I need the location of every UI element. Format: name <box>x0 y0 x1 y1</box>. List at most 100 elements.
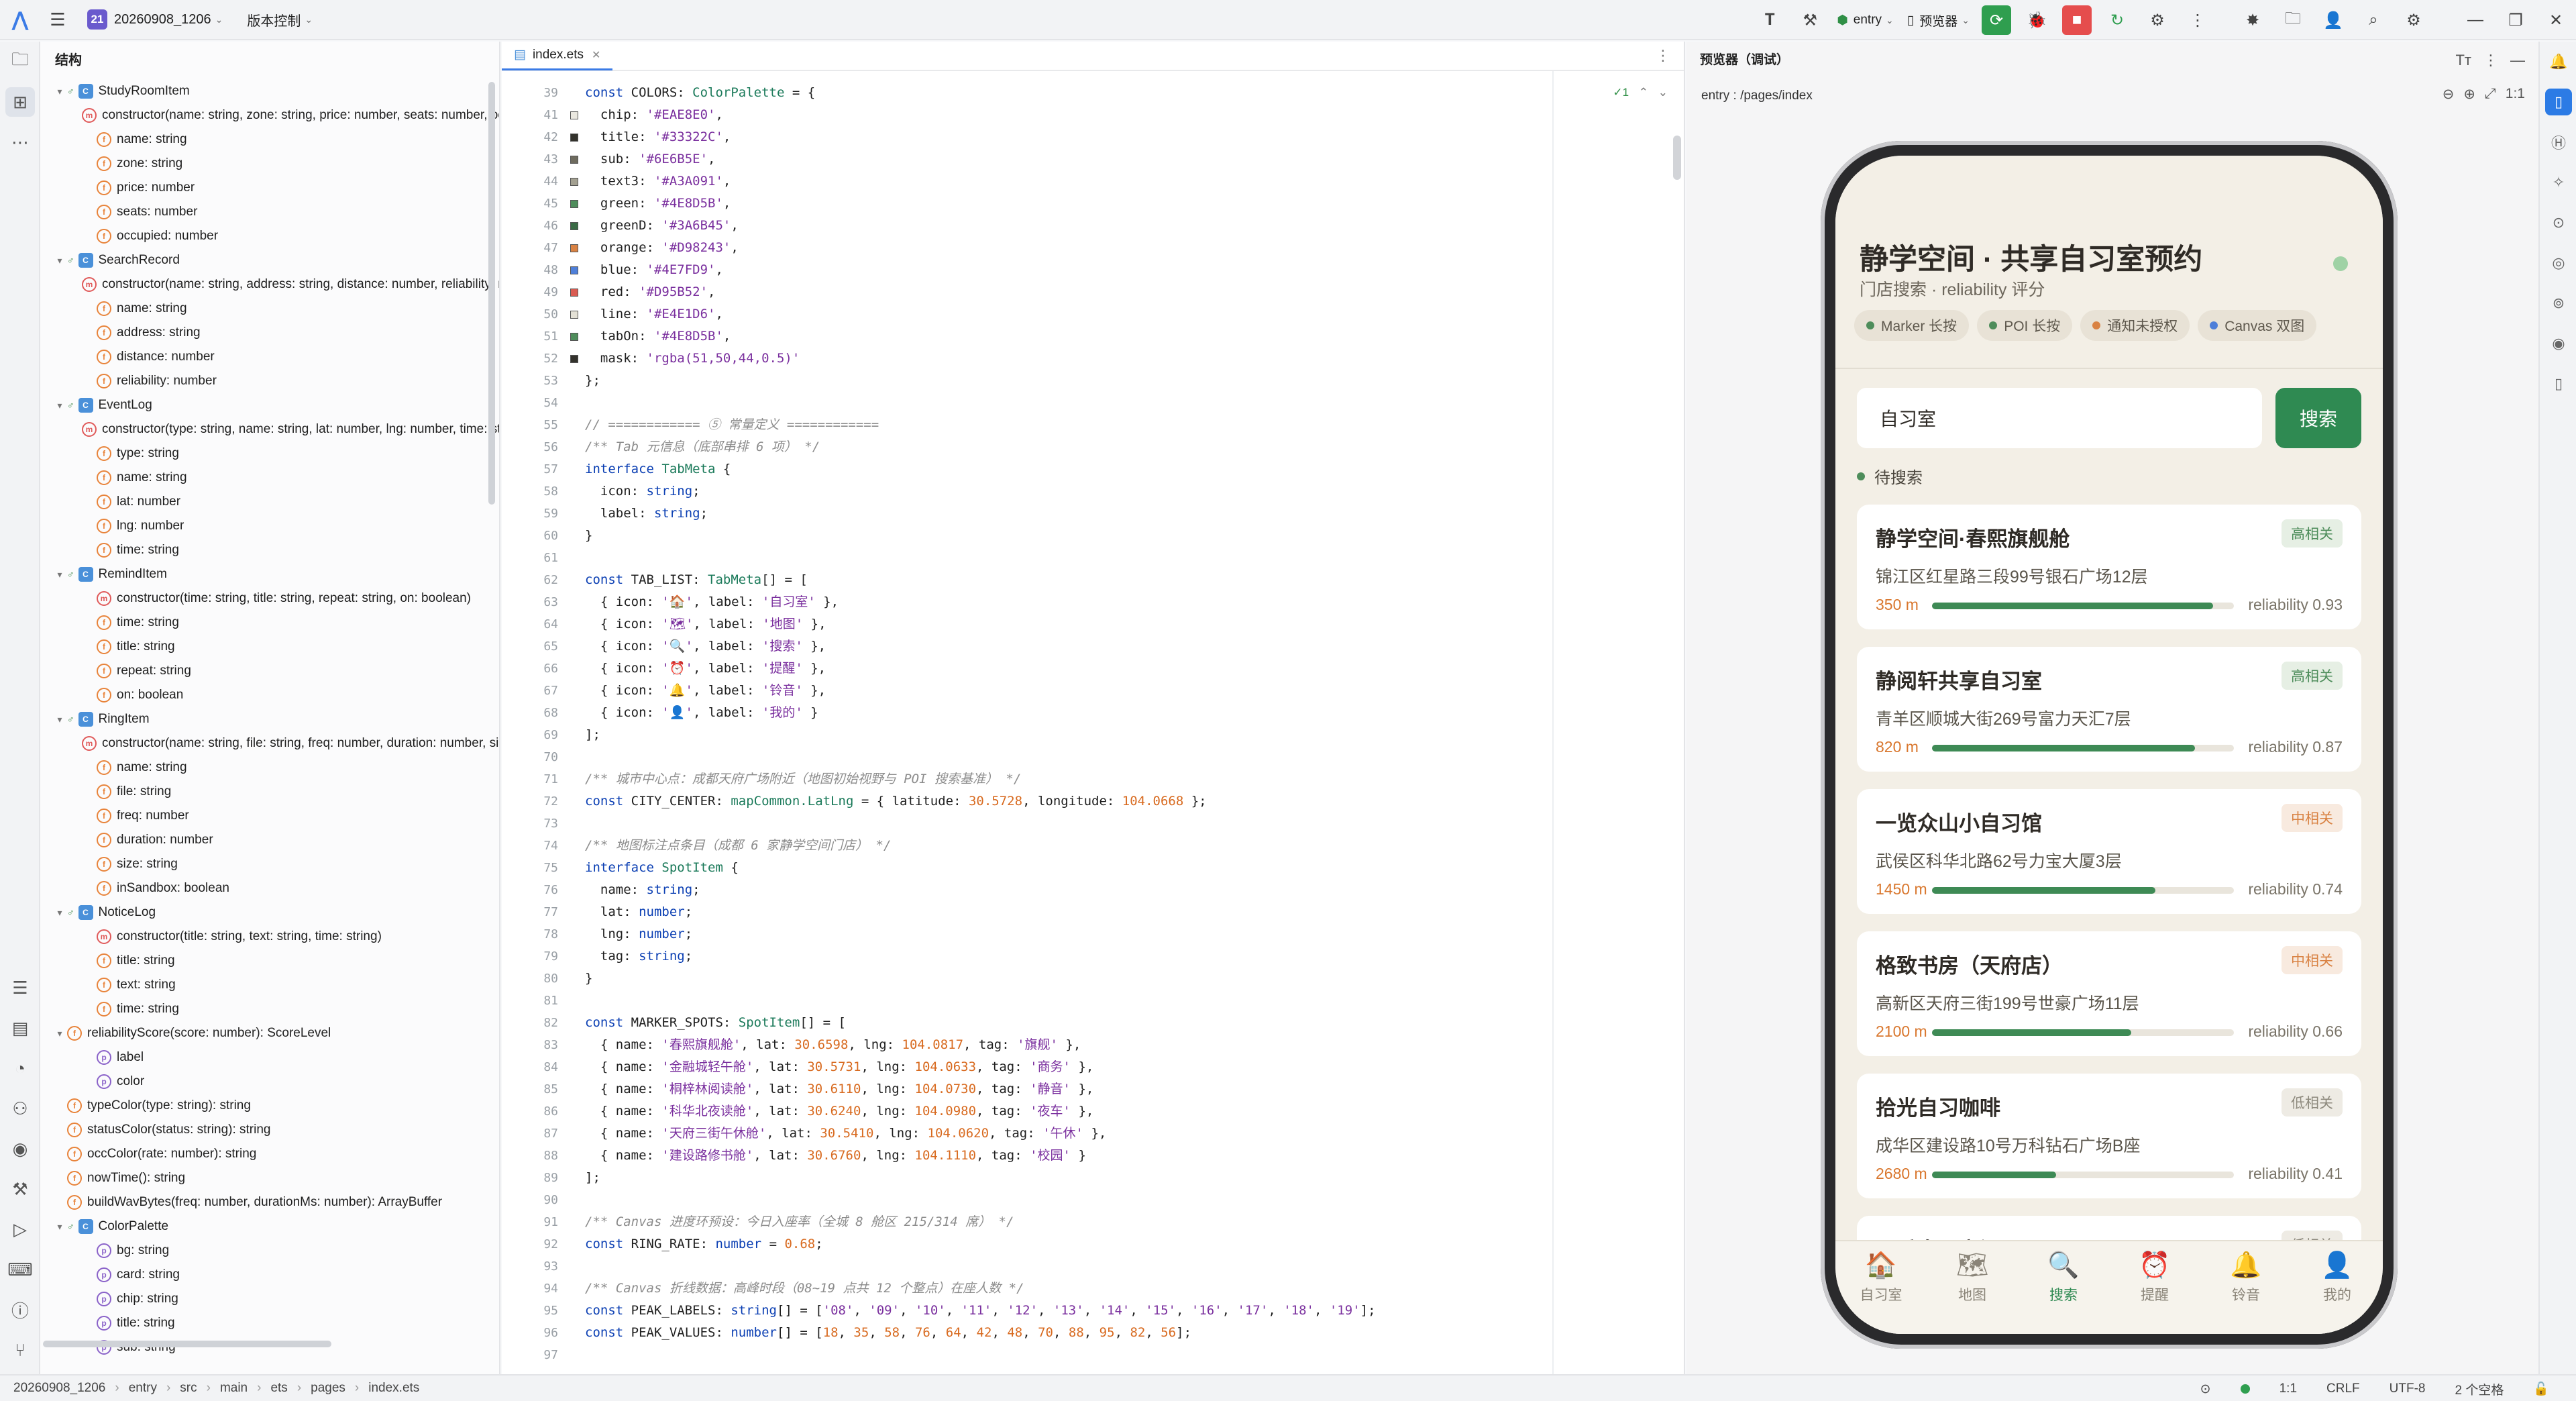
breadcrumb-item[interactable]: main <box>220 1381 248 1396</box>
eye-icon[interactable]: ◉ <box>2540 323 2576 364</box>
profiler-icon[interactable]: ⚙ <box>2143 5 2172 35</box>
tree-node[interactable]: p bg: string <box>40 1239 499 1263</box>
tree-node[interactable]: f title: string <box>40 635 499 659</box>
tree-node[interactable]: m constructor(time: string, title: string… <box>40 586 499 611</box>
color-swatch-icon[interactable] <box>570 200 578 208</box>
code-area[interactable]: const COLORS: ColorPalette = { chip: '#E… <box>585 82 1605 1366</box>
search-icon[interactable]: ⌕ <box>2359 5 2388 35</box>
tree-node[interactable]: m constructor(title: string, text: string… <box>40 925 499 949</box>
close-tab-icon[interactable]: ✕ <box>592 48 600 62</box>
tree-node[interactable]: f occupied: number <box>40 224 499 248</box>
tree-node[interactable]: f time: string <box>40 611 499 635</box>
tree-node[interactable]: f occColor(rate: number): string <box>40 1142 499 1166</box>
color-swatch-icon[interactable] <box>570 222 578 230</box>
todo-icon[interactable]: ☰ <box>0 968 40 1008</box>
tree-node[interactable]: f repeat: string <box>40 659 499 683</box>
device-selector[interactable]: ▯ 预览器 ⌄ <box>1907 11 1970 30</box>
hammer-icon[interactable]: ⚒ <box>1795 5 1825 35</box>
restore-icon[interactable]: ❐ <box>2501 5 2530 35</box>
zoom-out-icon[interactable]: ⊖ <box>2443 86 2455 103</box>
tree-node[interactable]: f address: string <box>40 321 499 345</box>
feature-chip[interactable]: Marker 长按 <box>1854 310 1970 341</box>
result-card[interactable]: 静阅轩共享自习室 高相关 青羊区顺城大街269号富力天汇7层 820 m reliabi… <box>1857 647 2361 772</box>
color-swatch-icon[interactable] <box>570 134 578 142</box>
more-tools-icon[interactable]: ⋯ <box>0 122 40 162</box>
device-manager-icon[interactable]: ⊙ <box>2540 203 2576 243</box>
breadcrumb-item[interactable]: src <box>180 1381 197 1396</box>
color-swatch-icon[interactable] <box>570 266 578 274</box>
chevron-down-icon[interactable]: ▾ <box>52 1028 67 1039</box>
tab-提醒[interactable]: ⏰ 提醒 <box>2118 1251 2192 1334</box>
tree-node[interactable]: f on: boolean <box>40 683 499 707</box>
breadcrumb-item[interactable]: index.ets <box>368 1381 419 1396</box>
color-swatch-icon[interactable] <box>570 156 578 164</box>
project-selector[interactable]: 21 20260908_1206 ⌄ <box>87 9 223 30</box>
git-icon[interactable]: ⑂ <box>0 1330 40 1370</box>
tree-node[interactable]: f file: string <box>40 780 499 804</box>
tree-node[interactable]: f zone: string <box>40 152 499 176</box>
tree-node[interactable]: f time: string <box>40 997 499 1021</box>
search-input[interactable]: 自习室 <box>1857 388 2262 448</box>
settings-gear-icon[interactable]: ⚙ <box>2399 5 2428 35</box>
zoom-level[interactable]: 1:1 <box>2506 86 2525 103</box>
tree-node[interactable]: f seats: number <box>40 200 499 224</box>
vertical-scrollbar[interactable] <box>488 82 495 505</box>
horizontal-scrollbar[interactable] <box>43 1341 331 1347</box>
build-icon[interactable]: ⚒ <box>0 1169 40 1209</box>
lock-icon[interactable]: 🔓 <box>2533 1381 2549 1397</box>
tree-node[interactable]: f size: string <box>40 852 499 876</box>
line-separator[interactable]: CRLF <box>2326 1382 2360 1396</box>
indent-setting[interactable]: 2 个空格 <box>2455 1380 2504 1398</box>
color-swatch-icon[interactable] <box>570 178 578 186</box>
result-card[interactable]: 格致书房（天府店） 中相关 高新区天府三街199号世豪广场11层 2100 m reli… <box>1857 931 2361 1056</box>
tree-node[interactable]: f lat: number <box>40 490 499 514</box>
tree-node[interactable]: f time: string <box>40 538 499 562</box>
preview-icon[interactable]: ◉ <box>0 1129 40 1169</box>
breadcrumb-item[interactable]: ets <box>270 1381 287 1396</box>
tree-node[interactable]: ▾ ♂ C RemindItem <box>40 562 499 586</box>
search-button[interactable]: 搜索 <box>2275 388 2361 448</box>
structure-icon[interactable]: ⊞ <box>5 87 35 117</box>
stop-button[interactable]: ■ <box>2062 5 2092 35</box>
inspection-widget[interactable]: ✓1 ⌃ ⌄ <box>1613 86 1668 99</box>
tree-node[interactable]: f name: string <box>40 297 499 321</box>
tab-more-icon[interactable]: ⋮ <box>1656 47 1670 64</box>
feature-chip[interactable]: 通知未授权 <box>2080 310 2190 341</box>
tree-node[interactable]: f statusColor(status: string): string <box>40 1118 499 1142</box>
chevron-down-icon[interactable]: ▾ <box>52 714 67 725</box>
zoom-in-icon[interactable]: ⊕ <box>2463 86 2475 103</box>
tree-node[interactable]: p card: string <box>40 1263 499 1287</box>
result-card[interactable]: 一览众山小自习馆 中相关 武侯区科华北路62号力宝大厦3层 1450 m reliabi… <box>1857 789 2361 914</box>
feature-chip[interactable]: Canvas 双图 <box>2198 310 2317 341</box>
debug-icon[interactable]: 🐞 <box>2022 5 2051 35</box>
chevron-down-icon[interactable]: ⌄ <box>1658 86 1668 99</box>
color-swatch-icon[interactable] <box>570 111 578 119</box>
services-icon[interactable]: ⚇ <box>0 1088 40 1129</box>
close-window-icon[interactable]: ✕ <box>2541 5 2571 35</box>
run-button[interactable]: ⟳ <box>1982 5 2011 35</box>
editor-scrollbar[interactable] <box>1673 136 1681 180</box>
chevron-down-icon[interactable]: ▾ <box>52 86 67 97</box>
color-swatch-icon[interactable] <box>570 244 578 252</box>
tree-node[interactable]: f freq: number <box>40 804 499 828</box>
more-icon[interactable]: ⋮ <box>2183 5 2212 35</box>
tree-node[interactable]: f name: string <box>40 756 499 780</box>
chevron-down-icon[interactable]: ▾ <box>52 907 67 919</box>
tree-node[interactable]: f price: number <box>40 176 499 200</box>
inspector-icon[interactable]: ⊚ <box>2540 283 2576 323</box>
tree-node[interactable]: f buildWavBytes(freq: number, durationMs:… <box>40 1190 499 1214</box>
problems-icon[interactable]: ⓘ <box>0 1290 40 1330</box>
project-folder-icon[interactable]: 🗀 <box>0 42 40 82</box>
tab-铃音[interactable]: 🔔 铃音 <box>2209 1251 2283 1334</box>
tree-node[interactable]: f lng: number <box>40 514 499 538</box>
tab-自习室[interactable]: 🏠 自习室 <box>1844 1251 1918 1334</box>
color-swatch-icon[interactable] <box>570 355 578 363</box>
tab-地图[interactable]: 🗺 地图 <box>1935 1251 2009 1334</box>
tree-node[interactable]: f text: string <box>40 973 499 997</box>
color-swatch-icon[interactable] <box>570 311 578 319</box>
tree-node[interactable]: ▾ ♂ C NoticeLog <box>40 900 499 925</box>
apply-changes-icon[interactable]: ↻ <box>2102 5 2132 35</box>
result-card[interactable]: 拾光自习咖啡 低相关 成华区建设路10号万科钻石广场B座 2680 m reliabil… <box>1857 1074 2361 1198</box>
tree-node[interactable]: ▾ ♂ C StudyRoomItem <box>40 79 499 103</box>
breadcrumb-item[interactable]: entry <box>129 1381 157 1396</box>
